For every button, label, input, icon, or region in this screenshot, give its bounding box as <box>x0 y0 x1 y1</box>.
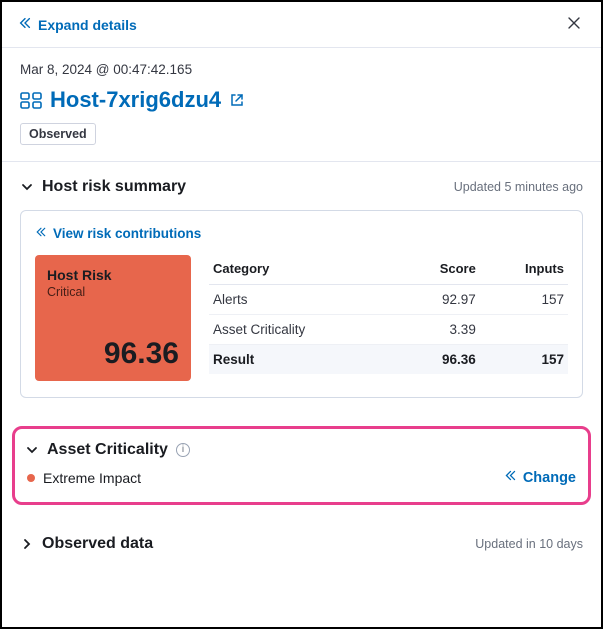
table-row: Alerts 92.97 157 <box>209 285 568 315</box>
double-chevron-left-icon <box>504 469 517 486</box>
impact-label: Extreme Impact <box>43 470 141 486</box>
expand-details-link[interactable]: Expand details <box>18 16 137 33</box>
host-icon <box>20 91 42 109</box>
external-link-icon[interactable] <box>229 92 245 108</box>
observed-data-title: Observed data <box>42 535 153 553</box>
asset-criticality-block: Asset Criticality i Extreme Impact Chang… <box>12 426 591 505</box>
view-risk-contributions-link[interactable]: View risk contributions <box>35 226 201 241</box>
double-chevron-left-icon <box>18 16 32 33</box>
table-row: Asset Criticality 3.39 <box>209 315 568 345</box>
view-contributions-label: View risk contributions <box>53 226 201 241</box>
risk-panel: View risk contributions Host Risk Critic… <box>20 210 583 398</box>
double-chevron-left-icon <box>35 226 47 241</box>
risk-table: Category Score Inputs Alerts 92.97 157 <box>209 255 568 381</box>
close-button[interactable] <box>563 12 585 37</box>
col-inputs: Inputs <box>480 255 568 285</box>
impact-dot-icon <box>27 474 35 482</box>
host-name-link[interactable]: Host-7xrig6dzu4 <box>50 87 221 113</box>
asset-criticality-title: Asset Criticality <box>47 441 168 459</box>
timestamp: Mar 8, 2024 @ 00:47:42.165 <box>20 62 583 77</box>
risk-tile-label: Host Risk <box>47 267 179 283</box>
observed-updated-label: Updated in 10 days <box>475 537 583 551</box>
change-label: Change <box>523 470 576 486</box>
observed-badge: Observed <box>20 123 96 145</box>
col-category: Category <box>209 255 397 285</box>
col-score: Score <box>397 255 480 285</box>
chevron-down-icon[interactable] <box>20 180 34 194</box>
risk-tile-level: Critical <box>47 285 179 299</box>
risk-score-tile: Host Risk Critical 96.36 <box>35 255 191 381</box>
chevron-right-icon[interactable] <box>20 537 34 551</box>
expand-details-label: Expand details <box>38 17 137 33</box>
risk-tile-score: 96.36 <box>47 337 179 371</box>
chevron-down-icon[interactable] <box>25 443 39 457</box>
risk-updated-label: Updated 5 minutes ago <box>454 180 583 194</box>
risk-summary-title: Host risk summary <box>42 178 186 196</box>
table-result-row: Result 96.36 157 <box>209 345 568 375</box>
change-criticality-link[interactable]: Change <box>504 469 576 486</box>
info-icon[interactable]: i <box>176 443 190 457</box>
